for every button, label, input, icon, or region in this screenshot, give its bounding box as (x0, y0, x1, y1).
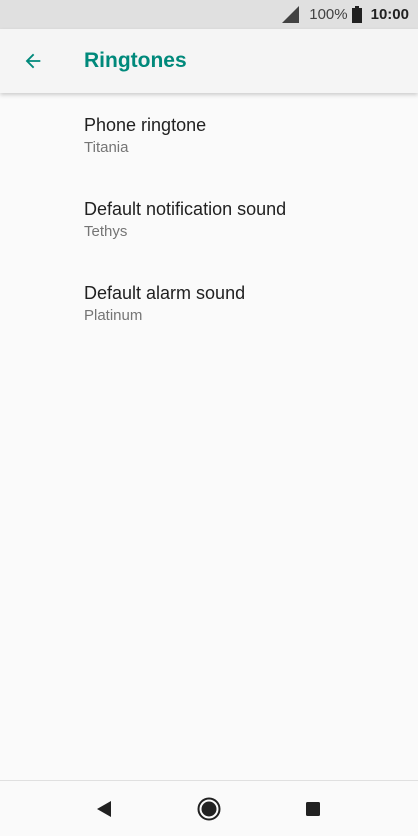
app-bar: Ringtones (0, 29, 418, 93)
setting-phone-ringtone[interactable]: Phone ringtone Titania (0, 94, 418, 178)
setting-summary: Platinum (84, 307, 143, 324)
setting-default-notification-sound[interactable]: Default notification sound Tethys (0, 178, 418, 262)
ringtone-settings-list: Phone ringtone Titania Default notificat… (0, 94, 418, 346)
setting-summary: Tethys (84, 223, 128, 240)
setting-summary: Titania (84, 139, 129, 156)
navigation-bar (0, 780, 418, 836)
battery-icon (351, 6, 362, 23)
nav-recents-button[interactable] (299, 795, 327, 823)
circle-home-icon (197, 797, 221, 821)
status-bar: 100% 10:00 (0, 0, 418, 29)
triangle-back-icon (97, 801, 111, 817)
signal-icon (282, 6, 300, 23)
page-title: Ringtones (84, 49, 187, 72)
back-button[interactable] (5, 33, 61, 89)
nav-back-button[interactable] (90, 795, 118, 823)
clock: 10:00 (370, 6, 409, 23)
setting-default-alarm-sound[interactable]: Default alarm sound Platinum (0, 262, 418, 346)
setting-title: Default notification sound (84, 199, 287, 219)
nav-home-button[interactable] (195, 795, 223, 823)
battery-percent: 100% (309, 6, 348, 23)
screen: 100% 10:00 Ringtones Phone ringtone Tita… (0, 0, 418, 836)
square-recents-icon (306, 802, 320, 816)
arrow-back-icon (25, 53, 41, 69)
setting-title: Default alarm sound (84, 283, 246, 303)
setting-title: Phone ringtone (84, 115, 207, 135)
